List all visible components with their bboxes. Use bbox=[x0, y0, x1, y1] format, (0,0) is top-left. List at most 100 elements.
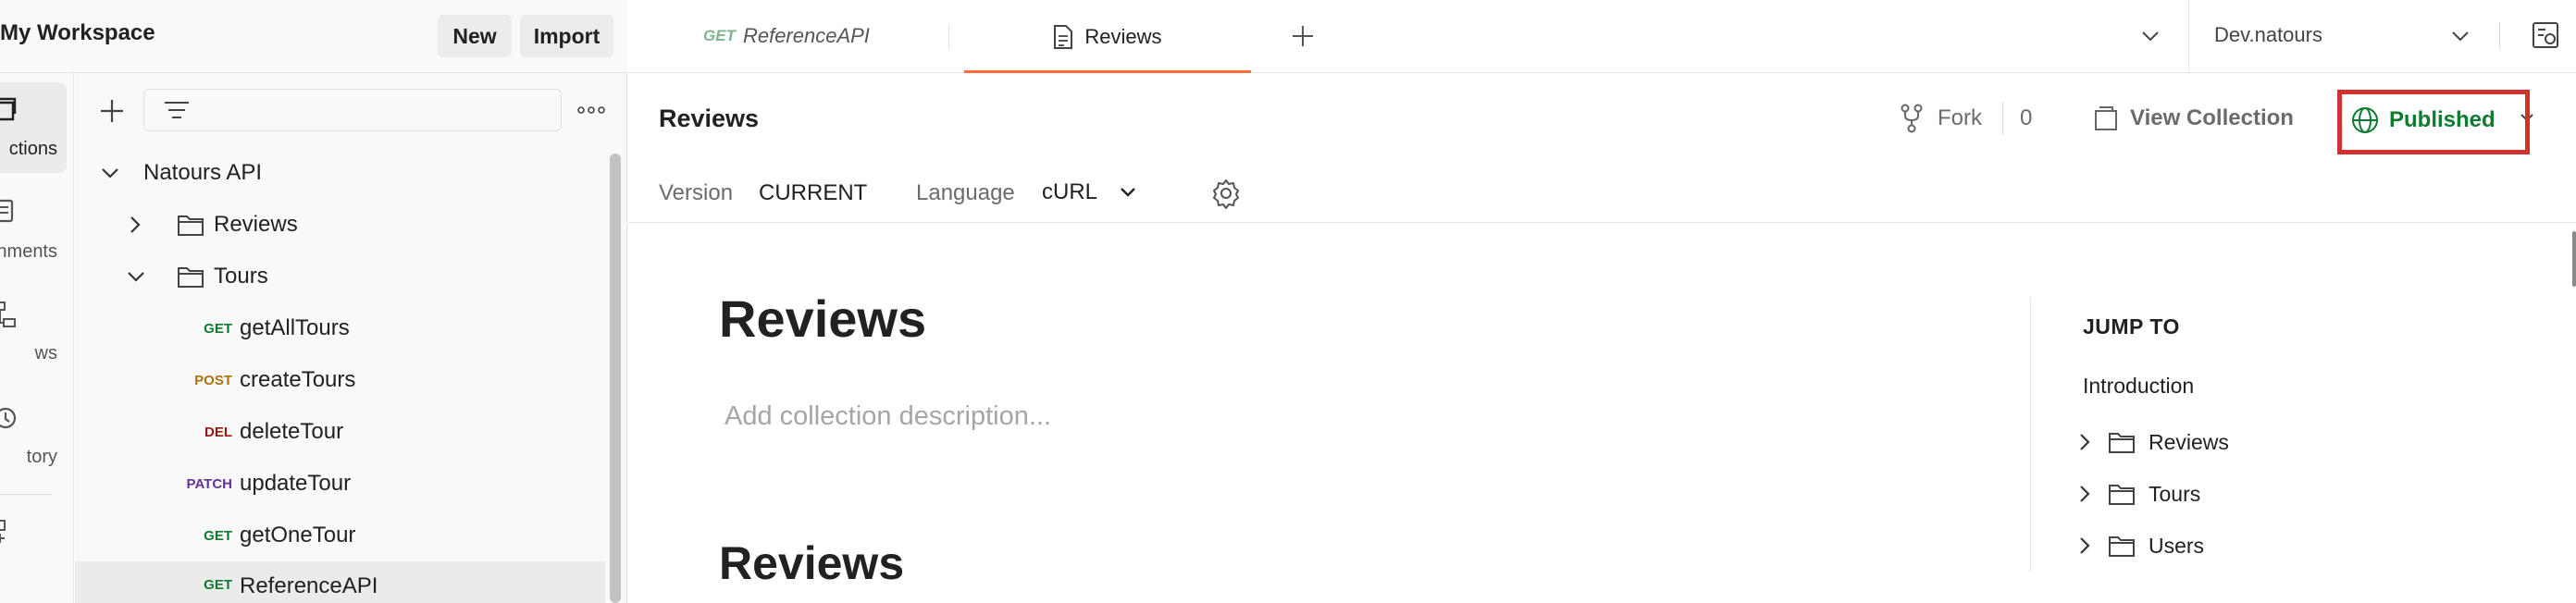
rail-label-flows: ws bbox=[34, 343, 57, 363]
view-collection-label: View Collection bbox=[2130, 105, 2294, 130]
add-workbench-icon bbox=[0, 520, 6, 543]
jump-to-divider bbox=[2030, 298, 2031, 572]
fork-count: 0 bbox=[2020, 105, 2033, 130]
request-item[interactable]: DEL deleteTour bbox=[75, 406, 605, 458]
folder-reviews[interactable]: Reviews bbox=[75, 199, 605, 251]
chevron-right-icon bbox=[2080, 434, 2090, 450]
fork-label: Fork bbox=[1938, 105, 1982, 130]
folder-icon bbox=[178, 267, 204, 288]
divider bbox=[2499, 22, 2500, 50]
request-item[interactable]: PATCH updateTour bbox=[75, 458, 605, 510]
method-badge: POST bbox=[194, 372, 232, 388]
divider bbox=[2002, 102, 2003, 135]
sidebar-scrollbar[interactable] bbox=[610, 154, 621, 603]
chevron-right-icon bbox=[2080, 537, 2090, 554]
folder-icon bbox=[178, 215, 204, 236]
tab-label: ReferenceAPI bbox=[742, 24, 870, 47]
jump-to-item[interactable]: Reviews bbox=[2078, 424, 2229, 461]
fork-icon bbox=[1901, 104, 1923, 133]
folder-tours[interactable]: Tours bbox=[75, 251, 605, 302]
active-tab-indicator bbox=[964, 70, 1251, 73]
rail-label-collections: ctions bbox=[8, 139, 57, 159]
tab-method: GET bbox=[703, 27, 736, 44]
chevron-down-icon bbox=[128, 272, 144, 282]
rail-divider bbox=[0, 494, 52, 495]
request-name: updateTour bbox=[240, 471, 352, 496]
folder-icon bbox=[2109, 536, 2135, 557]
rail-item-configure[interactable] bbox=[0, 506, 67, 561]
page-title: Reviews bbox=[659, 105, 760, 132]
environments-icon bbox=[0, 199, 14, 223]
jump-to-item[interactable]: Users bbox=[2078, 527, 2204, 564]
method-badge: GET bbox=[204, 320, 232, 337]
method-badge: GET bbox=[204, 527, 232, 544]
new-tab-icon[interactable] bbox=[1291, 24, 1315, 48]
rail-item-collections[interactable]: ctions bbox=[0, 82, 67, 173]
folder-label: Reviews bbox=[214, 212, 298, 237]
tab-reviews[interactable]: Reviews bbox=[964, 0, 1251, 73]
history-icon bbox=[0, 407, 17, 429]
chevron-down-icon bbox=[1121, 188, 1135, 197]
environment-name: Dev.natours bbox=[2214, 23, 2322, 46]
rail-label-environments: nments bbox=[0, 241, 57, 262]
rail-item-history[interactable]: tory bbox=[0, 391, 67, 482]
view-collection-button[interactable]: View Collection bbox=[2093, 98, 2294, 139]
jump-to-introduction[interactable]: Introduction bbox=[2083, 374, 2194, 399]
jump-to-item[interactable]: Tours bbox=[2078, 475, 2200, 512]
request-item[interactable]: GET getOneTour bbox=[75, 510, 605, 561]
request-name: ReferenceAPI bbox=[240, 573, 378, 598]
request-item[interactable]: POST createTours bbox=[75, 354, 605, 406]
collection-icon bbox=[2095, 106, 2117, 130]
request-item-selected[interactable]: GET ReferenceAPI bbox=[75, 561, 605, 603]
workspace-title[interactable]: My Workspace bbox=[0, 20, 155, 46]
tabs-dropdown-icon[interactable] bbox=[2141, 30, 2160, 43]
import-button[interactable]: Import bbox=[520, 15, 613, 57]
environment-selector[interactable]: Dev.natours bbox=[2188, 0, 2494, 73]
jump-to-label: Tours bbox=[2149, 481, 2201, 506]
chevron-right-icon bbox=[2080, 486, 2090, 502]
folder-icon bbox=[2109, 485, 2135, 505]
collection-description-input[interactable]: Add collection description... bbox=[724, 401, 1051, 432]
jump-to-title: JUMP TO bbox=[2083, 314, 2180, 338]
environment-quick-look-icon[interactable] bbox=[2531, 20, 2560, 50]
request-name: getAllTours bbox=[240, 315, 350, 340]
chevron-down-icon bbox=[2452, 31, 2469, 42]
request-name: deleteTour bbox=[240, 419, 344, 444]
version-value[interactable]: CURRENT bbox=[759, 180, 867, 206]
rail-label-history: tory bbox=[26, 447, 57, 467]
request-item[interactable]: GET getAllTours bbox=[75, 302, 605, 354]
jump-to-label: Users bbox=[2149, 533, 2205, 558]
tab-separator bbox=[948, 26, 949, 48]
filter-input[interactable] bbox=[143, 89, 562, 131]
doc-section-title: Reviews bbox=[719, 537, 905, 589]
filter-icon bbox=[165, 102, 189, 118]
folder-label: Tours bbox=[214, 264, 268, 289]
tab-referenceapi[interactable]: GET ReferenceAPI bbox=[629, 0, 948, 72]
settings-gear-icon[interactable] bbox=[1210, 178, 1242, 209]
method-badge: PATCH bbox=[186, 475, 232, 492]
language-value: cURL bbox=[1042, 179, 1098, 204]
collection-natours-api[interactable]: Natours API bbox=[75, 147, 605, 199]
chevron-down-icon bbox=[102, 168, 118, 178]
collection-name: Natours API bbox=[143, 160, 263, 185]
workspace-header: My Workspace New Import bbox=[0, 0, 627, 73]
fork-button[interactable]: Fork bbox=[1899, 98, 1982, 139]
more-options-icon[interactable] bbox=[577, 105, 605, 115]
doc-title: Reviews bbox=[719, 289, 927, 348]
new-button[interactable]: New bbox=[438, 15, 512, 57]
rail-item-flows[interactable]: ws bbox=[0, 288, 67, 378]
chevron-right-icon bbox=[130, 216, 141, 233]
folder-icon bbox=[2109, 433, 2135, 453]
header-divider bbox=[628, 222, 2576, 223]
published-highlight bbox=[2337, 90, 2530, 154]
language-select[interactable]: cURL bbox=[1042, 176, 1136, 209]
content-scrollbar[interactable] bbox=[2572, 231, 2576, 287]
rail-item-environments[interactable]: nments bbox=[0, 184, 67, 275]
version-label: Version bbox=[659, 180, 734, 205]
language-label: Language bbox=[916, 180, 1015, 205]
add-collection-icon[interactable] bbox=[99, 98, 125, 124]
jump-to-label: Reviews bbox=[2149, 429, 2229, 454]
tab-label: Reviews bbox=[1084, 24, 1162, 48]
request-name: createTours bbox=[240, 367, 356, 392]
document-icon bbox=[1054, 24, 1073, 49]
